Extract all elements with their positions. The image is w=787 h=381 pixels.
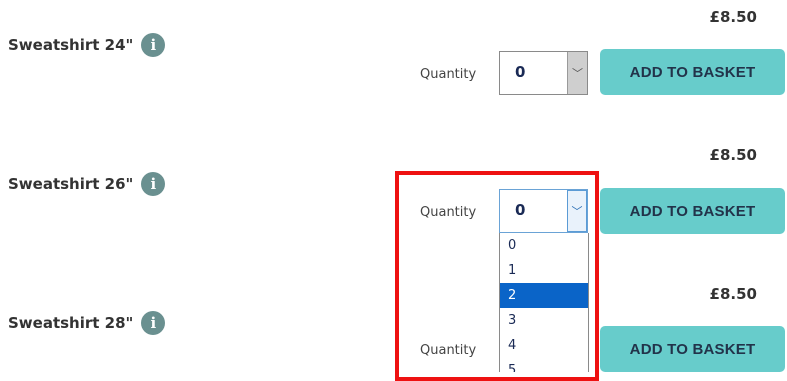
product-name-label: Sweatshirt 24" <box>8 36 134 54</box>
product-name-label: Sweatshirt 28" <box>8 314 134 332</box>
price-sweatshirt-28: £8.50 <box>709 285 757 303</box>
quantity-label: Quantity <box>420 67 477 82</box>
add-to-basket-button-sweatshirt-26[interactable]: ADD TO BASKET <box>600 188 785 234</box>
product-name-label: Sweatshirt 26" <box>8 175 134 193</box>
info-icon[interactable]: i <box>141 311 166 335</box>
quantity-select-sweatshirt-24[interactable]: 0 ﹀ <box>499 51 588 95</box>
product-name-sweatshirt-28: Sweatshirt 28" i <box>8 311 166 335</box>
add-to-basket-button-sweatshirt-28[interactable]: ADD TO BASKET <box>600 326 785 372</box>
add-to-basket-button-sweatshirt-24[interactable]: ADD TO BASKET <box>600 49 785 95</box>
quantity-select-value: 0 <box>515 63 526 81</box>
info-icon[interactable]: i <box>141 172 166 196</box>
price-sweatshirt-26: £8.50 <box>709 146 757 164</box>
info-icon[interactable]: i <box>141 33 166 57</box>
chevron-down-icon[interactable]: ﹀ <box>567 52 587 94</box>
annotation-highlight-box <box>395 171 599 381</box>
product-name-sweatshirt-24: Sweatshirt 24" i <box>8 33 166 57</box>
product-name-sweatshirt-26: Sweatshirt 26" i <box>8 172 166 196</box>
price-sweatshirt-24: £8.50 <box>709 8 757 26</box>
